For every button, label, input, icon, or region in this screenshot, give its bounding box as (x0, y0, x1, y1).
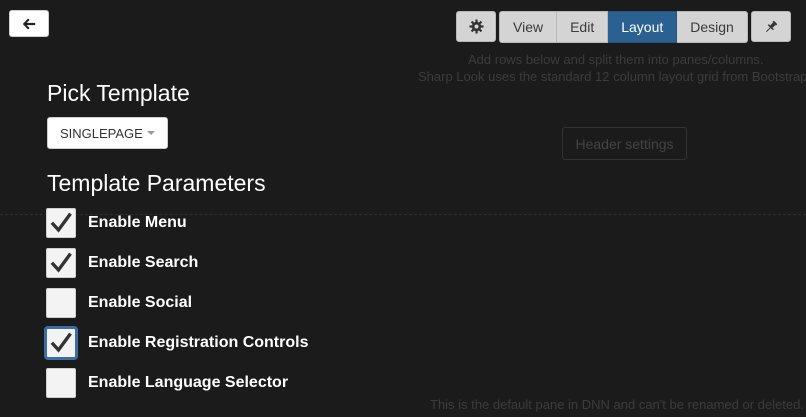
tab-layout[interactable]: Layout (608, 11, 678, 43)
param-label: Enable Registration Controls (88, 334, 309, 351)
arrow-left-icon (22, 18, 36, 29)
enable-menu-checkbox[interactable] (46, 208, 76, 238)
template-select-value: SINGLEPAGE (60, 125, 143, 141)
param-enable-registration-controls[interactable]: Enable Registration Controls (46, 328, 308, 358)
template-select[interactable]: SINGLEPAGE (47, 117, 168, 149)
mode-toolbar: View Edit Layout Design (456, 11, 791, 43)
checkmark-icon (50, 212, 72, 233)
param-enable-language-selector[interactable]: Enable Language Selector (46, 368, 308, 398)
header-settings-button: Header settings (562, 127, 687, 160)
back-button[interactable] (9, 10, 49, 37)
checkmark-icon (50, 332, 72, 353)
param-label: Enable Menu (88, 214, 187, 231)
layout-editor: Add rows below and split them into panes… (0, 0, 806, 417)
template-parameters-heading: Template Parameters (47, 170, 266, 196)
settings-button[interactable] (456, 11, 496, 42)
background-hint-line: Add rows below and split them into panes… (468, 52, 764, 67)
param-label: Enable Search (88, 254, 199, 271)
param-enable-search[interactable]: Enable Search (46, 248, 308, 278)
checkmark-icon (50, 252, 72, 273)
enable-search-checkbox[interactable] (46, 248, 76, 278)
enable-social-checkbox[interactable] (46, 288, 76, 318)
parameter-list: Enable Menu Enable Search Enable Social … (46, 208, 308, 408)
default-pane-note: This is the default pane in DNN and can'… (430, 397, 804, 412)
tab-edit[interactable]: Edit (557, 11, 609, 43)
param-enable-social[interactable]: Enable Social (46, 288, 308, 318)
pin-icon (765, 20, 778, 32)
caret-down-icon (146, 131, 155, 135)
param-enable-menu[interactable]: Enable Menu (46, 208, 308, 238)
gear-icon (468, 19, 484, 34)
enable-registration-controls-checkbox[interactable] (46, 328, 76, 358)
background-hint-line: Sharp Look uses the standard 12 column l… (418, 69, 806, 84)
pin-button[interactable] (750, 11, 791, 42)
tab-design[interactable]: Design (677, 11, 748, 43)
tab-view[interactable]: View (499, 11, 558, 43)
enable-language-selector-checkbox[interactable] (46, 368, 76, 398)
pick-template-heading: Pick Template (47, 80, 190, 106)
param-label: Enable Social (88, 294, 193, 311)
param-label: Enable Language Selector (88, 374, 289, 391)
mode-tabs: View Edit Layout Design (499, 11, 748, 43)
